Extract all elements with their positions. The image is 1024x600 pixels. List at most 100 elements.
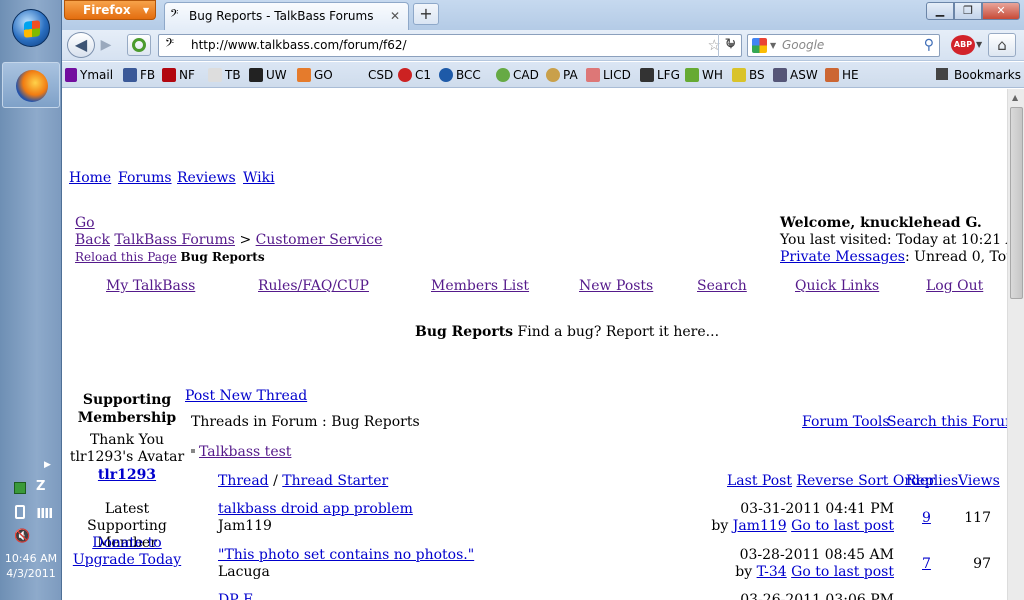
firefox-icon: [16, 70, 48, 102]
menu-my-talkbass[interactable]: My TalkBass: [106, 278, 195, 294]
restore-button[interactable]: ❐: [954, 2, 982, 20]
menu-quick-links[interactable]: Quick Links: [795, 278, 879, 294]
chevron-down-icon[interactable]: ▼: [770, 35, 776, 56]
breadcrumb-go[interactable]: Go: [75, 215, 95, 231]
sort-by-replies[interactable]: Replies: [906, 473, 958, 489]
last-post-date: 03-26-2011 03:06 PM: [740, 592, 894, 600]
sort-by-starter[interactable]: Thread Starter: [282, 473, 388, 489]
minimize-button[interactable]: ▁: [926, 2, 954, 20]
chevron-down-icon: ▼: [143, 6, 150, 15]
last-poster-link[interactable]: Jam119: [733, 518, 787, 534]
go-to-last-post-link[interactable]: Go to last post: [791, 518, 894, 534]
thread-title-link[interactable]: DP E...: [218, 592, 267, 600]
breadcrumb-root[interactable]: TalkBass Forums: [114, 232, 235, 248]
site-nav-home[interactable]: Home: [69, 170, 111, 186]
forum-tools-link[interactable]: Forum Tools: [802, 414, 890, 430]
menu-log-out[interactable]: Log Out: [926, 278, 983, 294]
last-poster-link[interactable]: T-34: [757, 564, 787, 580]
bookmark-bs[interactable]: BS: [732, 62, 765, 88]
go-to-last-post-link[interactable]: Go to last post: [791, 564, 894, 580]
tab-bug-reports[interactable]: 𝄢 Bug Reports - TalkBass Forums ✕: [164, 2, 409, 30]
supporter-username-link[interactable]: tlr1293: [66, 467, 188, 483]
bookmark-csd[interactable]: CSD: [368, 62, 393, 88]
menu-search[interactable]: Search: [697, 278, 747, 294]
wikipedia-icon: [249, 68, 263, 82]
menu-members-list[interactable]: Members List: [431, 278, 529, 294]
post-new-thread-link[interactable]: Post New Thread: [185, 388, 307, 404]
bookmark-tb[interactable]: TB: [208, 62, 241, 88]
site-nav-forums[interactable]: Forums: [118, 170, 172, 186]
firefox-menu-button[interactable]: Firefox ▼: [64, 0, 156, 20]
tray-z-icon[interactable]: Z: [36, 479, 45, 494]
url-bar[interactable]: 𝄢 http://www.talkbass.com/forum/f62/ ☆ ▼: [158, 34, 742, 57]
volume-muted-icon[interactable]: 🔇: [14, 529, 30, 544]
chevron-down-icon[interactable]: ▼: [976, 35, 982, 55]
sort-by-thread[interactable]: Thread: [218, 473, 269, 489]
start-button[interactable]: [12, 9, 50, 47]
reload-button[interactable]: ↻: [718, 34, 742, 57]
search-icon[interactable]: ⚲: [924, 35, 934, 56]
adblock-plus-button[interactable]: ABP: [951, 35, 975, 55]
bullet-icon: [191, 449, 195, 453]
bookmark-pa[interactable]: PA: [546, 62, 578, 88]
replies-count-link[interactable]: 7: [922, 556, 931, 572]
tray-app-icon[interactable]: [14, 482, 26, 494]
show-hidden-icons-icon[interactable]: ▶: [44, 460, 51, 470]
system-clock[interactable]: 10:46 AM 4/3/2011: [0, 551, 62, 581]
taskbar-firefox-button[interactable]: [2, 62, 60, 108]
menu-new-posts[interactable]: New Posts: [579, 278, 653, 294]
site-nav-wiki[interactable]: Wiki: [243, 170, 275, 186]
forum-heading: Bug Reports Find a bug? Report it here..…: [415, 324, 719, 340]
face-icon: [297, 68, 311, 82]
private-messages-link[interactable]: Private Messages: [780, 249, 905, 265]
bookmark-fb[interactable]: FB: [123, 62, 155, 88]
bookmark-go[interactable]: GO: [297, 62, 333, 88]
forward-button[interactable]: ▶: [95, 36, 117, 56]
vertical-scrollbar[interactable]: ▲: [1007, 89, 1024, 600]
bookmark-licd[interactable]: LICD: [586, 62, 631, 88]
bookmark-ymail[interactable]: Ymail: [65, 62, 113, 88]
close-tab-icon[interactable]: ✕: [390, 3, 400, 29]
thread-title-link[interactable]: talkbass droid app problem: [218, 501, 413, 517]
bookmark-asw[interactable]: ASW: [773, 62, 818, 88]
bookmark-uw[interactable]: UW: [249, 62, 287, 88]
bass-clef-icon: [208, 68, 222, 82]
last-post-date: 03-31-2011 04:41 PM: [740, 501, 894, 517]
menu-rules[interactable]: Rules/FAQ/CUP: [258, 278, 369, 294]
sort-by-views[interactable]: Views: [958, 473, 1000, 489]
bookmark-bcc[interactable]: BCC: [439, 62, 481, 88]
new-tab-button[interactable]: +: [413, 3, 439, 25]
site-nav-reviews[interactable]: Reviews: [177, 170, 236, 186]
sticky-thread-link[interactable]: Talkbass test: [199, 444, 291, 460]
reload-page-link[interactable]: Reload this Page: [75, 250, 177, 264]
bookmarks-menu-button[interactable]: Bookmarks: [935, 62, 1021, 88]
bookmark-wh[interactable]: WH: [685, 62, 723, 88]
signal-strength-icon[interactable]: [36, 508, 52, 518]
bookmark-he[interactable]: HE: [825, 62, 859, 88]
replies-count-link[interactable]: 9: [922, 510, 931, 526]
battery-icon[interactable]: [15, 505, 25, 519]
sort-by-last-post[interactable]: Last Post: [727, 473, 792, 489]
bookmark-lfg[interactable]: LFG: [640, 62, 680, 88]
url-text: http://www.talkbass.com/forum/f62/: [191, 38, 407, 52]
scroll-up-icon[interactable]: ▲: [1012, 93, 1018, 102]
breadcrumb-section[interactable]: Customer Service: [256, 232, 383, 248]
donate-upgrade-link[interactable]: Donate to Upgrade Today: [66, 535, 188, 569]
bookmark-c1[interactable]: C1: [398, 62, 431, 88]
thread-title-link[interactable]: "This photo set contains no photos.": [218, 547, 474, 563]
page-content: Home Forums Reviews Wiki Go Back TalkBas…: [62, 89, 1007, 600]
wh-icon: [685, 68, 699, 82]
lfg-icon: [640, 68, 654, 82]
windows-taskbar: ▶ Z 🔇 10:46 AM 4/3/2011: [0, 0, 62, 600]
home-button[interactable]: ⌂: [988, 33, 1016, 57]
licd-icon: [586, 68, 600, 82]
addon-q-button[interactable]: [127, 34, 151, 56]
back-button[interactable]: ◀: [67, 32, 95, 58]
breadcrumb-back[interactable]: Back: [75, 232, 110, 248]
bookmark-nf[interactable]: NF: [162, 62, 195, 88]
search-bar[interactable]: ▼ Google ⚲: [747, 34, 940, 57]
search-forum-link[interactable]: Search this Forum: [887, 414, 1007, 430]
scrollbar-thumb[interactable]: [1010, 107, 1023, 299]
close-window-button[interactable]: ✕: [982, 2, 1020, 20]
bookmark-cad[interactable]: CAD: [496, 62, 539, 88]
